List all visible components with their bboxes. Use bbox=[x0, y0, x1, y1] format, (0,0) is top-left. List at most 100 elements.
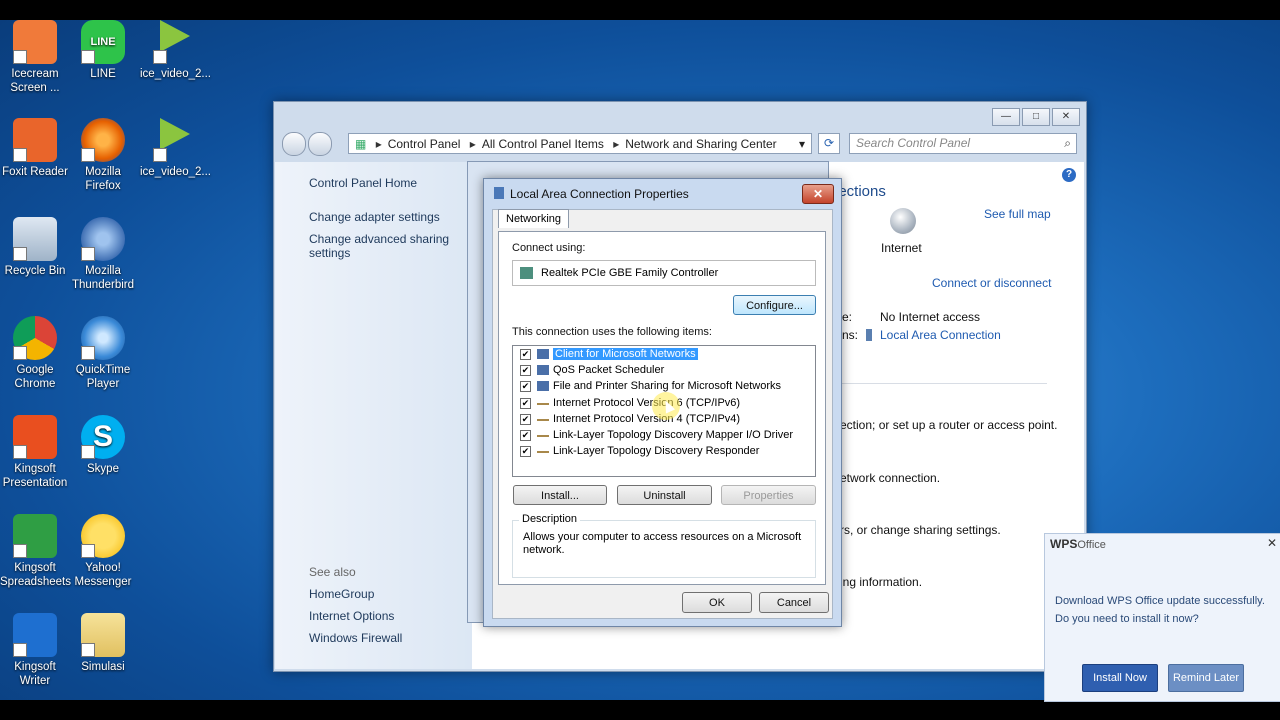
checkbox[interactable]: ✔ bbox=[520, 397, 531, 409]
wps-update-popup: WPSOffice ✕ Download WPS Office update s… bbox=[1044, 533, 1280, 702]
desktop-icon-label: Skype bbox=[87, 463, 119, 475]
network-client-icon bbox=[537, 349, 549, 359]
list-item-label: Internet Protocol Version 6 (TCP/IPv6) bbox=[553, 396, 741, 409]
desktop-icon-icecream[interactable]: Icecream Screen ... bbox=[0, 20, 70, 95]
breadcrumb-all-items[interactable]: All Control Panel Items bbox=[482, 137, 604, 151]
navigation-buttons bbox=[282, 132, 334, 156]
ok-button[interactable]: OK bbox=[682, 592, 752, 613]
uninstall-button[interactable]: Uninstall bbox=[617, 485, 712, 505]
tab-networking[interactable]: Networking bbox=[498, 209, 570, 228]
desktop-icon-thunderbird[interactable]: Mozilla Thunderbird bbox=[68, 217, 138, 292]
address-bar[interactable]: ▦ ▸ Control Panel ▸ All Control Panel Item… bbox=[348, 133, 812, 154]
desktop-icon-webm-1[interactable]: ice_video_2... bbox=[140, 20, 211, 81]
network-adapter-icon bbox=[866, 329, 872, 341]
forward-button[interactable] bbox=[308, 132, 332, 156]
checkbox[interactable]: ✔ bbox=[520, 349, 531, 360]
items-label: This connection uses the following items… bbox=[512, 326, 712, 338]
control-panel-icon: ▦ bbox=[355, 137, 367, 151]
see-full-map-link[interactable]: See full map bbox=[984, 207, 1051, 221]
breadcrumb-network-sharing[interactable]: Network and Sharing Center bbox=[625, 137, 776, 151]
refresh-icon[interactable]: ⟳ bbox=[818, 133, 840, 154]
list-item[interactable]: ✔ Link-Layer Topology Discovery Mapper I… bbox=[513, 427, 815, 443]
breadcrumb-control-panel[interactable]: Control Panel bbox=[388, 137, 461, 151]
webm-icon bbox=[153, 20, 197, 64]
desktop-icon-foxit[interactable]: Foxit Reader bbox=[0, 118, 70, 179]
description-group: Description Allows your computer to acce… bbox=[512, 513, 816, 578]
cancel-button[interactable]: Cancel bbox=[759, 592, 829, 613]
desktop-icon-kingsoft-writer[interactable]: Kingsoft Writer bbox=[0, 613, 70, 688]
search-input[interactable]: Search Control Panel ⌕ bbox=[849, 133, 1077, 154]
close-button[interactable]: ✕ bbox=[1052, 108, 1080, 126]
network-card-icon bbox=[520, 267, 533, 279]
checkbox[interactable]: ✔ bbox=[520, 381, 531, 393]
change-advanced-sharing-link[interactable]: Change advanced sharing settings bbox=[309, 232, 459, 260]
desktop-icon-webm-2[interactable]: ice_video_2... bbox=[140, 118, 211, 179]
install-now-button[interactable]: Install Now bbox=[1082, 664, 1158, 692]
checkbox[interactable]: ✔ bbox=[520, 446, 531, 458]
checkbox[interactable]: ✔ bbox=[520, 413, 531, 425]
close-icon[interactable]: ✕ bbox=[1267, 536, 1277, 550]
adapter-name: Realtek PCIe GBE Family Controller bbox=[541, 267, 719, 279]
yahoo-messenger-icon bbox=[81, 514, 125, 558]
desktop-icon-chrome[interactable]: Google Chrome bbox=[0, 316, 70, 391]
window-controls: — □ ✕ bbox=[992, 108, 1080, 126]
remind-later-button[interactable]: Remind Later bbox=[1168, 664, 1244, 692]
search-icon[interactable]: ⌕ bbox=[1064, 134, 1071, 153]
properties-button[interactable]: Properties bbox=[721, 485, 816, 505]
list-item-label: Link-Layer Topology Discovery Responder bbox=[553, 445, 760, 458]
protocol-icon bbox=[537, 446, 549, 454]
firefox-icon bbox=[81, 118, 125, 162]
kingsoft-writer-icon bbox=[13, 613, 57, 657]
dialog-close-button[interactable]: ✕ bbox=[802, 184, 834, 204]
divider bbox=[842, 383, 1047, 384]
change-adapter-settings-link[interactable]: Change adapter settings bbox=[309, 210, 440, 224]
kingsoft-presentation-icon bbox=[13, 415, 57, 459]
list-item-label: Client for Microsoft Networks bbox=[553, 348, 698, 360]
desktop-icon-kingsoft-presentation[interactable]: Kingsoft Presentation bbox=[0, 415, 70, 490]
desktop-icon-label: Yahoo! Messenger bbox=[74, 562, 132, 588]
checkbox[interactable]: ✔ bbox=[520, 365, 531, 377]
connect-or-disconnect-link[interactable]: Connect or disconnect bbox=[932, 276, 1051, 290]
desktop-icon-label: ice_video_2... bbox=[140, 68, 211, 80]
desktop-icon-firefox[interactable]: Mozilla Firefox bbox=[68, 118, 138, 193]
desktop-icon-kingsoft-spreadsheets[interactable]: Kingsoft Spreadsheets bbox=[0, 514, 71, 589]
desktop-icon-label: Icecream Screen ... bbox=[10, 68, 60, 94]
local-area-connection-link[interactable]: Local Area Connection bbox=[880, 328, 1001, 342]
install-button[interactable]: Install... bbox=[513, 485, 607, 505]
chevron-down-icon[interactable]: ▾ bbox=[799, 134, 805, 155]
list-item[interactable]: ✔ QoS Packet Scheduler bbox=[513, 362, 815, 378]
back-button[interactable] bbox=[282, 132, 306, 156]
checkbox[interactable]: ✔ bbox=[520, 429, 531, 441]
desktop-icon-skype[interactable]: S Skype bbox=[68, 415, 138, 476]
homegroup-link[interactable]: HomeGroup bbox=[309, 587, 374, 601]
wps-message: Download WPS Office update successfully.… bbox=[1055, 592, 1275, 628]
internet-globe-icon bbox=[890, 208, 916, 234]
protocol-icon bbox=[537, 430, 549, 437]
search-placeholder: Search Control Panel bbox=[856, 136, 971, 150]
desktop-icon-label: Kingsoft Writer bbox=[14, 661, 56, 687]
desktop-icon-label: Mozilla Thunderbird bbox=[71, 265, 134, 291]
folder-icon bbox=[81, 613, 125, 657]
troubleshoot-text: ing information. bbox=[840, 575, 923, 589]
wps-logo: WPSOffice bbox=[1050, 537, 1106, 551]
desktop-icon-label: QuickTime Player bbox=[75, 364, 131, 390]
control-panel-home-link[interactable]: Control Panel Home bbox=[309, 176, 417, 190]
minimize-button[interactable]: — bbox=[992, 108, 1020, 126]
maximize-button[interactable]: □ bbox=[1022, 108, 1050, 126]
list-item[interactable]: ✔ Link-Layer Topology Discovery Responde… bbox=[513, 443, 815, 459]
description-title: Description bbox=[519, 513, 581, 525]
help-icon[interactable]: ? bbox=[1062, 168, 1076, 182]
chrome-icon bbox=[13, 316, 57, 360]
desktop-icon-recycle-bin[interactable]: Recycle Bin bbox=[0, 217, 70, 278]
description-text: Allows your computer to access resources… bbox=[523, 531, 802, 556]
connect-network-text: etwork connection. bbox=[840, 471, 941, 485]
desktop-icon-simulasi[interactable]: Simulasi bbox=[68, 613, 138, 674]
desktop-icon-quicktime[interactable]: QuickTime Player bbox=[68, 316, 138, 391]
protocol-icon bbox=[537, 398, 549, 405]
desktop-icon-line[interactable]: LINE LINE bbox=[68, 20, 138, 81]
windows-firewall-link[interactable]: Windows Firewall bbox=[309, 631, 402, 645]
internet-options-link[interactable]: Internet Options bbox=[309, 609, 394, 623]
desktop-icon-yahoo-messenger[interactable]: Yahoo! Messenger bbox=[68, 514, 138, 589]
list-item[interactable]: ✔ Client for Microsoft Networks bbox=[513, 346, 815, 362]
configure-button[interactable]: Configure... bbox=[733, 295, 816, 315]
